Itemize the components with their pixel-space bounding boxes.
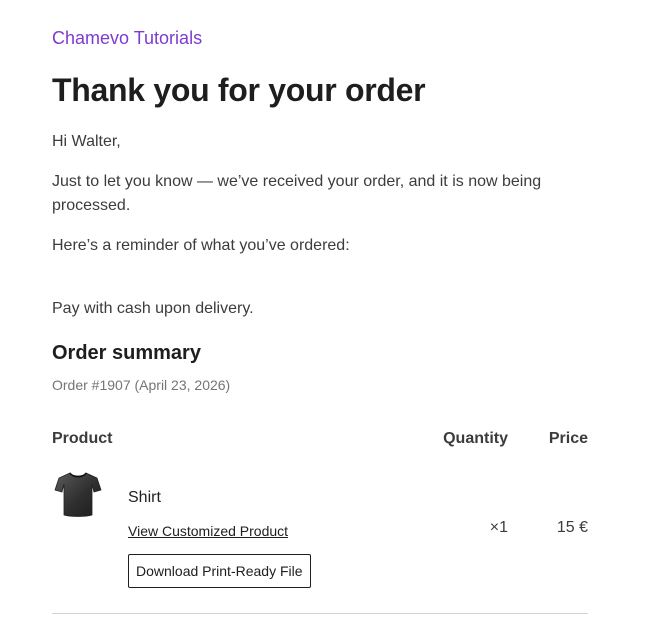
tshirt-icon bbox=[52, 468, 104, 520]
intro-text: Just to let you know — we’ve received yo… bbox=[52, 173, 542, 214]
order-meta: Order #1907 (April 23, 2026) bbox=[52, 377, 231, 393]
divider bbox=[52, 613, 588, 614]
tshirt-image bbox=[54, 472, 102, 517]
reminder-text: Here’s a reminder of what you’ve ordered… bbox=[52, 237, 350, 254]
column-header-price: Price bbox=[548, 430, 588, 447]
product-price: 15 € bbox=[556, 519, 588, 536]
order-summary-title: Order summary bbox=[52, 342, 201, 364]
payment-note: Pay with cash upon delivery. bbox=[52, 300, 254, 317]
column-header-product: Product bbox=[52, 430, 113, 447]
page-title: Thank you for your order bbox=[52, 72, 426, 108]
brand-link[interactable]: Chamevo Tutorials bbox=[52, 28, 202, 49]
view-customized-product-link[interactable]: View Customized Product bbox=[128, 523, 288, 539]
column-header-quantity: Quantity bbox=[443, 430, 508, 447]
product-name: Shirt bbox=[128, 489, 161, 506]
product-quantity: ×1 bbox=[489, 519, 508, 536]
download-print-ready-file-button[interactable]: Download Print-Ready File bbox=[128, 554, 311, 588]
greeting-text: Hi Walter, bbox=[52, 133, 121, 150]
